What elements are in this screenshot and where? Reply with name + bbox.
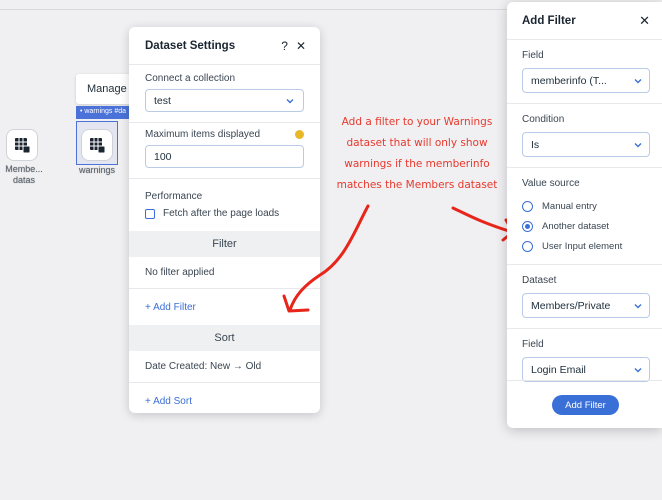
option-manual-entry[interactable]: Manual entry [522,196,650,216]
close-icon[interactable]: ✕ [639,13,650,29]
warnings-dataset-icon[interactable] [81,129,113,161]
chevron-down-icon [634,367,642,372]
performance-label: Performance [145,191,203,202]
annotation-note: Add a filter to your Warnings dataset th… [336,116,498,191]
add-filter-link[interactable]: + Add Filter [129,289,320,325]
value-source-label: Value source [522,178,580,189]
dataset-select[interactable]: Members/Private [522,293,650,318]
radio-user-input[interactable] [522,240,533,252]
field2-label: Field [522,339,544,350]
connect-collection-label: Connect a collection [145,73,236,84]
chevron-down-icon [286,98,294,103]
panel-title: Dataset Settings [145,39,236,52]
collection-value: test [154,94,171,107]
field-select[interactable]: memberinfo (T... [522,68,650,93]
selection-tag: • warnings #da [76,106,136,119]
filter-section-header: Filter [129,231,320,257]
dataset-settings-panel: Dataset Settings ? ✕ Connect a collectio… [129,27,320,413]
condition-value: Is [531,138,540,151]
fetch-after-load-label: Fetch after the page loads [163,208,280,219]
max-items-label: Maximum items displayed [145,129,261,140]
panel-header: Dataset Settings ? ✕ [129,27,320,65]
field-value: memberinfo (T... [531,74,607,87]
condition-select[interactable]: Is [522,132,650,157]
option-user-input[interactable]: User Input element [522,236,650,256]
fetch-after-load-checkbox[interactable] [145,208,155,219]
field2-select[interactable]: Login Email [522,357,650,382]
fetch-after-load-option[interactable]: Fetch after the page loads [145,208,304,219]
chevron-down-icon [634,303,642,308]
help-icon[interactable]: ? [281,39,288,53]
another-dataset-label: Another dataset [542,220,610,232]
add-filter-panel: Add Filter ✕ Field memberinfo (T... Cond… [507,2,662,428]
sort-value: Date Created: New → Old [145,361,262,372]
manual-entry-label: Manual entry [542,200,597,212]
option-another-dataset[interactable]: Another dataset [522,216,650,236]
chevron-down-icon [634,142,642,147]
members-dataset-icon[interactable] [6,129,38,161]
radio-manual-entry[interactable] [522,200,533,212]
max-items-input[interactable]: 100 [145,145,304,168]
no-filter-text: No filter applied [145,267,215,278]
dataset-label: Dataset [522,275,557,286]
collection-select[interactable]: test [145,89,304,112]
manage-content-tag[interactable]: Manage C [76,74,136,104]
max-items-label-row: Maximum items displayed [145,129,304,140]
chevron-down-icon [634,78,642,83]
footer-divider [507,380,662,381]
info-icon[interactable] [295,130,304,139]
warnings-dataset-label: warnings [78,165,116,175]
close-icon[interactable]: ✕ [296,39,306,53]
field2-value: Login Email [531,363,586,376]
field-label: Field [522,50,544,61]
dataset-value: Members/Private [531,299,611,312]
add-filter-button[interactable]: Add Filter [552,395,619,415]
add-filter-title: Add Filter [522,14,576,27]
add-filter-header: Add Filter ✕ [507,2,662,40]
radio-another-dataset[interactable] [522,220,533,232]
members-dataset-label: Membe... datas [5,164,43,185]
add-sort-link[interactable]: + Add Sort [129,383,320,413]
sort-section-header: Sort [129,325,320,351]
user-input-label: User Input element [542,240,623,252]
condition-label: Condition [522,114,565,125]
